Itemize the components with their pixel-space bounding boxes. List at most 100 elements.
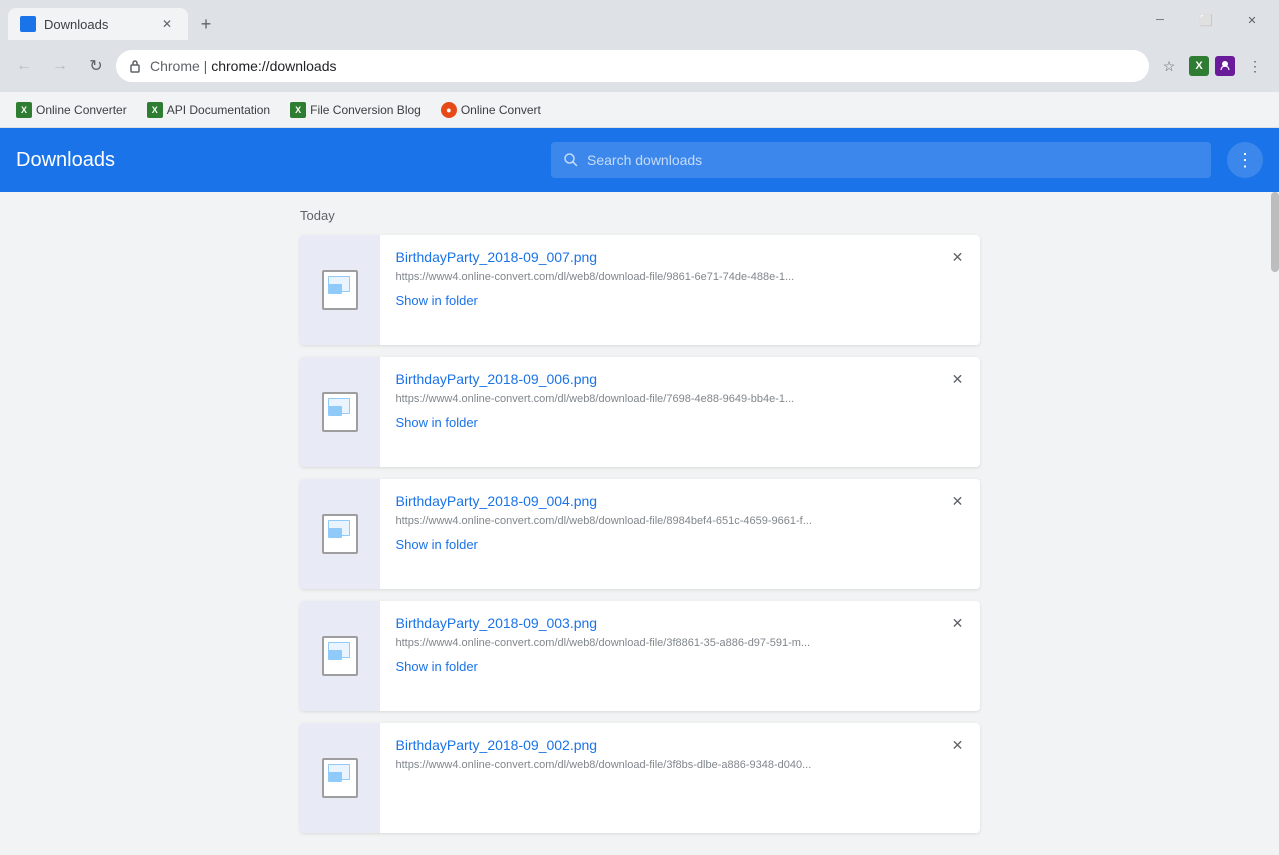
more-dots-icon: ⋮ — [1236, 150, 1254, 171]
bookmark-favicon-online-convert: ● — [441, 102, 457, 118]
url-separator: | — [200, 58, 211, 74]
bookmark-label-api-documentation: API Documentation — [167, 103, 270, 117]
download-item-002: BirthdayParty_2018-09_002.png https://ww… — [300, 723, 980, 833]
download-item-003: BirthdayParty_2018-09_003.png https://ww… — [300, 601, 980, 711]
close-icon: ✕ — [952, 615, 964, 632]
downloads-header: Downloads ⋮ — [0, 128, 1279, 192]
remove-button-002[interactable]: ✕ — [946, 733, 970, 757]
section-today-label: Today — [0, 208, 1279, 235]
download-thumb-002 — [300, 723, 380, 833]
maximize-button[interactable]: ⬜ — [1183, 0, 1229, 40]
show-in-folder-004[interactable]: Show in folder — [396, 537, 940, 552]
back-icon: ← — [16, 57, 32, 75]
scrollbar-track — [1271, 192, 1279, 855]
download-url-003: https://www4.online-convert.com/dl/web8/… — [396, 637, 916, 649]
remove-button-003[interactable]: ✕ — [946, 611, 970, 635]
show-in-folder-003[interactable]: Show in folder — [396, 659, 940, 674]
star-icon: ☆ — [1163, 58, 1176, 75]
downloads-page-title: Downloads — [16, 149, 115, 172]
lock-icon — [128, 59, 142, 73]
scrollbar-thumb[interactable] — [1271, 192, 1279, 272]
forward-icon: → — [52, 57, 68, 75]
download-info-003: BirthdayParty_2018-09_003.png https://ww… — [380, 601, 980, 711]
file-thumbnail-icon-007 — [322, 270, 358, 310]
downloads-more-button[interactable]: ⋮ — [1227, 142, 1263, 178]
tab-close-button[interactable]: ✕ — [158, 15, 176, 33]
address-bar: ← → ↻ Chrome | chrome://downloads ☆ — [0, 40, 1279, 92]
downloads-content: Today BirthdayParty_2018-09_007.png http… — [0, 192, 1279, 855]
close-button[interactable]: ✕ — [1229, 0, 1275, 40]
title-bar: Downloads ✕ + ─ ⬜ ✕ — [0, 0, 1279, 40]
page-wrapper: Downloads ✕ + ─ ⬜ ✕ ← → ↻ — [0, 0, 1279, 855]
tab-favicon — [20, 16, 36, 32]
download-info-006: BirthdayParty_2018-09_006.png https://ww… — [380, 357, 980, 467]
active-tab[interactable]: Downloads ✕ — [8, 8, 188, 40]
download-info-002: BirthdayParty_2018-09_002.png https://ww… — [380, 723, 980, 833]
file-thumbnail-icon-002 — [322, 758, 358, 798]
bookmark-label-online-convert: Online Convert — [461, 103, 541, 117]
download-filename-006[interactable]: BirthdayParty_2018-09_006.png — [396, 371, 940, 387]
download-thumb-006 — [300, 357, 380, 467]
refresh-icon: ↻ — [89, 56, 102, 76]
bookmark-online-convert[interactable]: ● Online Convert — [433, 98, 549, 122]
download-item-006: BirthdayParty_2018-09_006.png https://ww… — [300, 357, 980, 467]
bookmark-label-file-conversion-blog: File Conversion Blog — [310, 103, 421, 117]
close-icon: ✕ — [952, 371, 964, 388]
download-filename-003[interactable]: BirthdayParty_2018-09_003.png — [396, 615, 940, 631]
bookmark-favicon-online-converter: X — [16, 102, 32, 118]
bookmark-file-conversion-blog[interactable]: X File Conversion Blog — [282, 98, 429, 122]
more-icon: ⋮ — [1248, 58, 1262, 75]
download-filename-002[interactable]: BirthdayParty_2018-09_002.png — [396, 737, 940, 753]
bookmark-star-button[interactable]: ☆ — [1153, 50, 1185, 82]
tab-title: Downloads — [44, 17, 150, 32]
remove-button-007[interactable]: ✕ — [946, 245, 970, 269]
download-thumb-007 — [300, 235, 380, 345]
download-url-004: https://www4.online-convert.com/dl/web8/… — [396, 515, 916, 527]
url-host-text: chrome://downloads — [211, 58, 336, 74]
minimize-button[interactable]: ─ — [1137, 0, 1183, 40]
show-in-folder-007[interactable]: Show in folder — [396, 293, 940, 308]
download-url-006: https://www4.online-convert.com/dl/web8/… — [396, 393, 916, 405]
search-input[interactable] — [587, 152, 1199, 168]
bookmarks-bar: X Online Converter X API Documentation X… — [0, 92, 1279, 128]
download-item-007: BirthdayParty_2018-09_007.png https://ww… — [300, 235, 980, 345]
remove-button-004[interactable]: ✕ — [946, 489, 970, 513]
file-thumbnail-icon-003 — [322, 636, 358, 676]
bookmark-api-documentation[interactable]: X API Documentation — [139, 98, 278, 122]
file-thumbnail-icon-004 — [322, 514, 358, 554]
file-thumbnail-icon-006 — [322, 392, 358, 432]
bookmark-favicon-api-documentation: X — [147, 102, 163, 118]
extension-xls-icon[interactable]: X — [1189, 56, 1209, 76]
address-right-controls: ☆ X ⋮ — [1153, 50, 1271, 82]
close-icon: ✕ — [952, 493, 964, 510]
window-controls: ─ ⬜ ✕ — [1133, 0, 1279, 40]
tab-strip: Downloads ✕ + — [0, 0, 220, 40]
download-url-007: https://www4.online-convert.com/dl/web8/… — [396, 271, 916, 283]
download-info-007: BirthdayParty_2018-09_007.png https://ww… — [380, 235, 980, 345]
search-box[interactable] — [551, 142, 1211, 178]
chrome-menu-button[interactable]: ⋮ — [1239, 50, 1271, 82]
remove-button-006[interactable]: ✕ — [946, 367, 970, 391]
show-in-folder-006[interactable]: Show in folder — [396, 415, 940, 430]
bookmark-favicon-file-conversion-blog: X — [290, 102, 306, 118]
close-icon: ✕ — [952, 737, 964, 754]
download-thumb-003 — [300, 601, 380, 711]
new-tab-button[interactable]: + — [192, 10, 220, 38]
download-thumb-004 — [300, 479, 380, 589]
download-filename-007[interactable]: BirthdayParty_2018-09_007.png — [396, 249, 940, 265]
download-item-004: BirthdayParty_2018-09_004.png https://ww… — [300, 479, 980, 589]
extension-purple-icon[interactable] — [1215, 56, 1235, 76]
refresh-button[interactable]: ↻ — [80, 50, 112, 82]
url-scheme-text: Chrome — [150, 58, 200, 74]
download-info-004: BirthdayParty_2018-09_004.png https://ww… — [380, 479, 980, 589]
url-display: Chrome | chrome://downloads — [150, 58, 337, 74]
search-icon — [563, 152, 579, 168]
download-url-002: https://www4.online-convert.com/dl/web8/… — [396, 759, 916, 771]
omnibox[interactable]: Chrome | chrome://downloads — [116, 50, 1149, 82]
bookmark-label-online-converter: Online Converter — [36, 103, 127, 117]
download-filename-004[interactable]: BirthdayParty_2018-09_004.png — [396, 493, 940, 509]
back-button[interactable]: ← — [8, 50, 40, 82]
bookmark-online-converter[interactable]: X Online Converter — [8, 98, 135, 122]
close-icon: ✕ — [952, 249, 964, 266]
forward-button[interactable]: → — [44, 50, 76, 82]
